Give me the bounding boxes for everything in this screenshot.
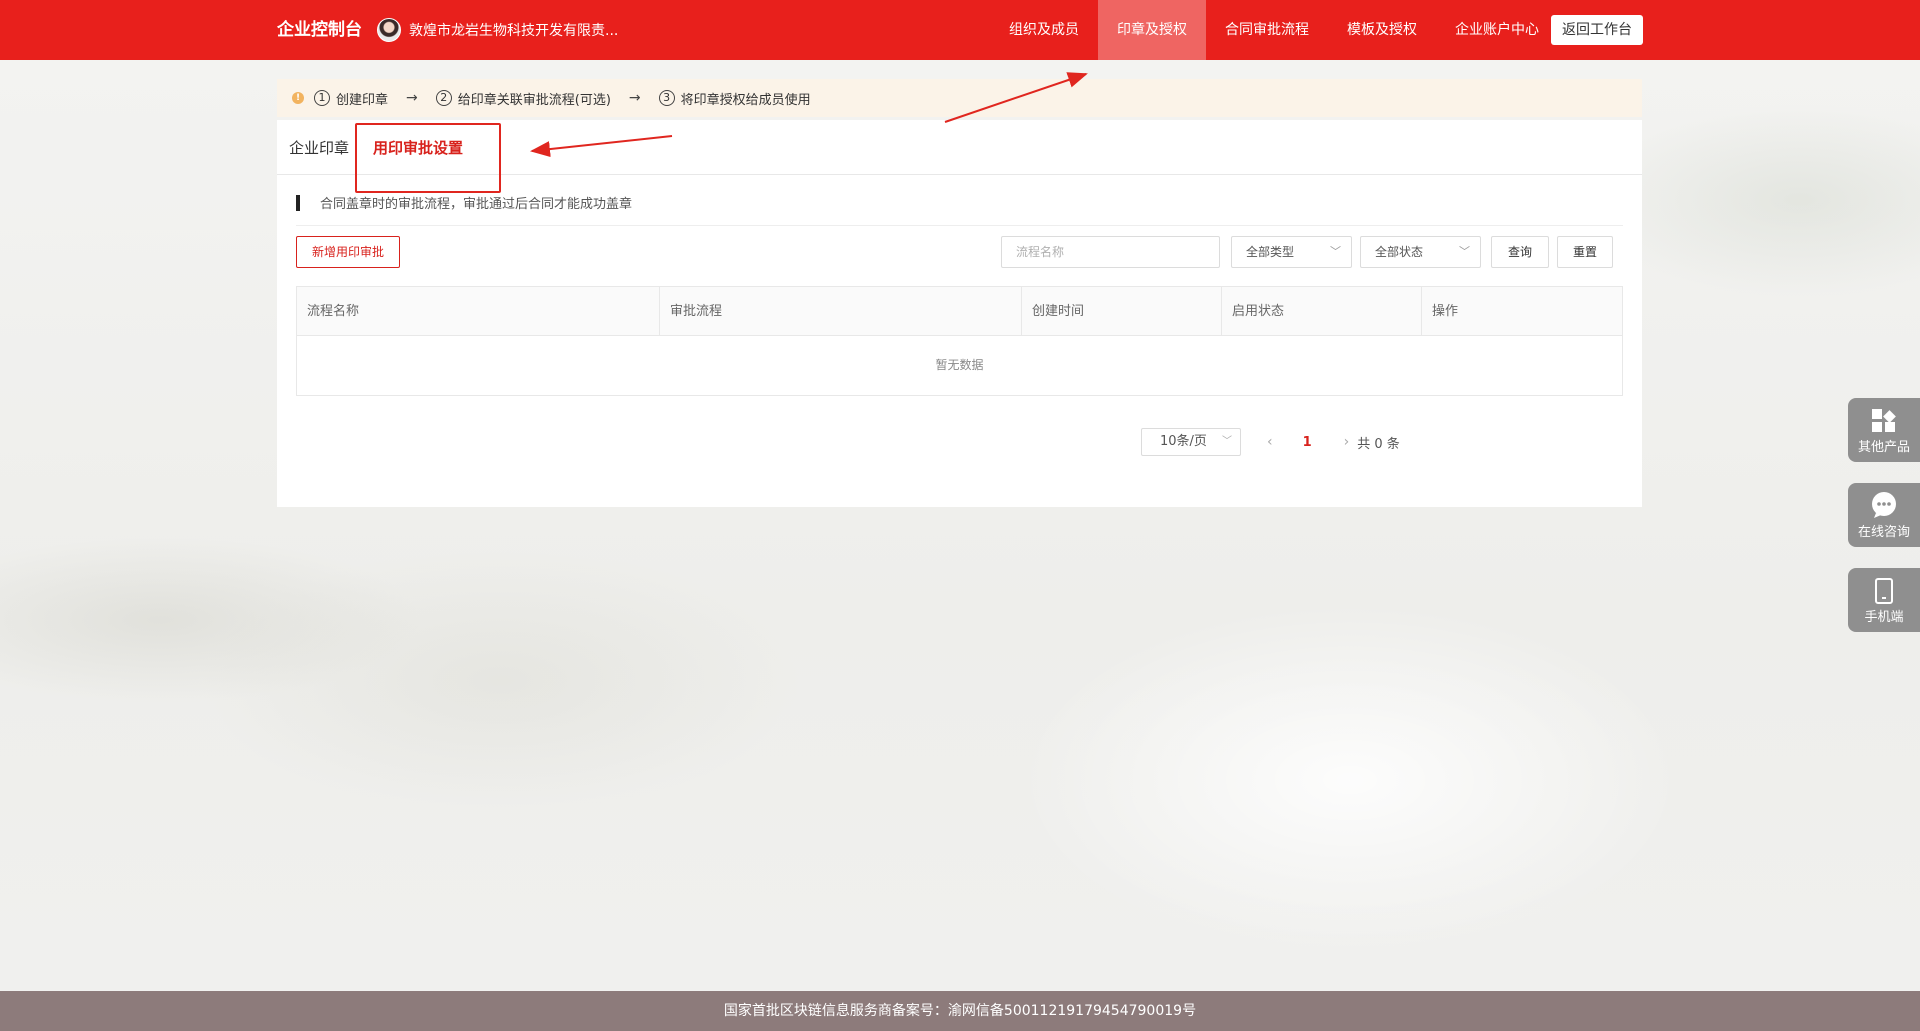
chevron-down-icon: ﹀ xyxy=(1330,245,1341,258)
avatar xyxy=(377,18,401,42)
empty-state: 暂无数据 xyxy=(935,358,984,372)
arrow-right-icon: → xyxy=(628,90,641,106)
nav-members[interactable]: 组织及成员 xyxy=(990,0,1098,60)
nav-templates[interactable]: 模板及授权 xyxy=(1328,0,1436,60)
float-label: 手机端 xyxy=(1864,610,1904,625)
footer-filing-info: 国家首批区块链信息服务商备案号：渝网信备50011219179454790019… xyxy=(0,991,1920,1031)
org-switcher[interactable]: 敦煌市龙岩生物科技开发有限责... xyxy=(377,17,618,43)
main-nav: 组织及成员 印章及授权 合同审批流程 模板及授权 企业账户中心 xyxy=(990,0,1558,60)
tab-enterprise-seal[interactable]: 企业印章 xyxy=(289,120,349,175)
step-number: 1 xyxy=(314,90,330,106)
divider xyxy=(296,225,1623,226)
pagination: 10条/页 ﹀ ‹ 1 › 共 0 条 xyxy=(1141,428,1400,456)
step-label: 将印章授权给成员使用 xyxy=(680,92,811,108)
steps-banner: ! 1 创建印章 → 2 给印章关联审批流程(可选) → 3 将印章授权给成员使… xyxy=(277,79,1642,117)
nav-contract-approval[interactable]: 合同审批流程 xyxy=(1206,0,1328,60)
step-label: 给印章关联审批流程(可选) xyxy=(457,92,611,108)
step-label: 创建印章 xyxy=(336,92,389,108)
top-bar: 企业控制台 敦煌市龙岩生物科技开发有限责... 组织及成员 印章及授权 合同审批… xyxy=(0,0,1920,60)
reset-button[interactable]: 重置 xyxy=(1557,236,1613,268)
column-header: 启用状态 xyxy=(1222,287,1422,335)
column-header: 创建时间 xyxy=(1022,287,1222,335)
add-approval-button[interactable]: 新增用印审批 xyxy=(296,236,400,268)
column-header: 操作 xyxy=(1432,304,1459,319)
next-page-button[interactable]: › xyxy=(1344,434,1350,450)
grid-icon xyxy=(1848,398,1920,434)
column-header: 审批流程 xyxy=(660,287,1022,335)
description-text: 合同盖章时的审批流程，审批通过后合同才能成功盖章 xyxy=(320,197,633,212)
step-2: 2 给印章关联审批流程(可选) xyxy=(435,89,611,108)
total-count: 共 0 条 xyxy=(1357,436,1400,452)
flow-name-input[interactable] xyxy=(1001,236,1220,268)
step-3: 3 将印章授权给成员使用 xyxy=(658,89,811,108)
float-label: 其他产品 xyxy=(1857,440,1910,455)
section-marker xyxy=(296,194,300,211)
type-select-value: 全部类型 xyxy=(1246,245,1295,259)
status-select-value: 全部状态 xyxy=(1375,245,1424,259)
column-header: 流程名称 xyxy=(297,287,660,335)
org-name: 敦煌市龙岩生物科技开发有限责... xyxy=(409,23,619,39)
arrow-right-icon: → xyxy=(406,90,418,106)
page-size-value: 10条/页 xyxy=(1160,434,1207,449)
online-consult-button[interactable]: 在线咨询 xyxy=(1848,483,1920,547)
nav-account-center[interactable]: 企业账户中心 xyxy=(1436,0,1558,60)
chevron-down-icon: ﹀ xyxy=(1459,245,1470,258)
step-1: 1 创建印章 xyxy=(314,89,388,108)
annotation-highlight-box xyxy=(355,123,501,193)
prev-page-button[interactable]: ‹ xyxy=(1267,434,1273,450)
phone-icon xyxy=(1848,568,1920,604)
page-number[interactable]: 1 xyxy=(1303,435,1312,450)
float-label: 在线咨询 xyxy=(1857,525,1910,540)
status-select[interactable]: 全部状态 ﹀ xyxy=(1360,236,1481,268)
query-button[interactable]: 查询 xyxy=(1491,236,1549,268)
approval-table: 流程名称 审批流程 创建时间 启用状态 操作 暂无数据 xyxy=(296,286,1623,396)
type-select[interactable]: 全部类型 ﹀ xyxy=(1231,236,1352,268)
step-number: 2 xyxy=(435,90,452,106)
section-description: 合同盖章时的审批流程，审批通过后合同才能成功盖章 xyxy=(296,193,632,212)
back-to-workspace-button[interactable]: 返回工作台 xyxy=(1551,15,1643,45)
table-header: 流程名称 审批流程 创建时间 启用状态 操作 xyxy=(297,287,1622,336)
page-size-select[interactable]: 10条/页 ﹀ xyxy=(1141,428,1241,456)
chevron-down-icon: ﹀ xyxy=(1222,436,1232,447)
mobile-button[interactable]: 手机端 xyxy=(1848,568,1920,632)
warning-icon: ! xyxy=(292,92,304,104)
chat-icon xyxy=(1848,483,1920,519)
nav-seals[interactable]: 印章及授权 xyxy=(1098,0,1206,60)
step-number: 3 xyxy=(658,90,675,106)
other-products-button[interactable]: 其他产品 xyxy=(1848,398,1920,462)
brand-title: 企业控制台 xyxy=(277,20,362,40)
